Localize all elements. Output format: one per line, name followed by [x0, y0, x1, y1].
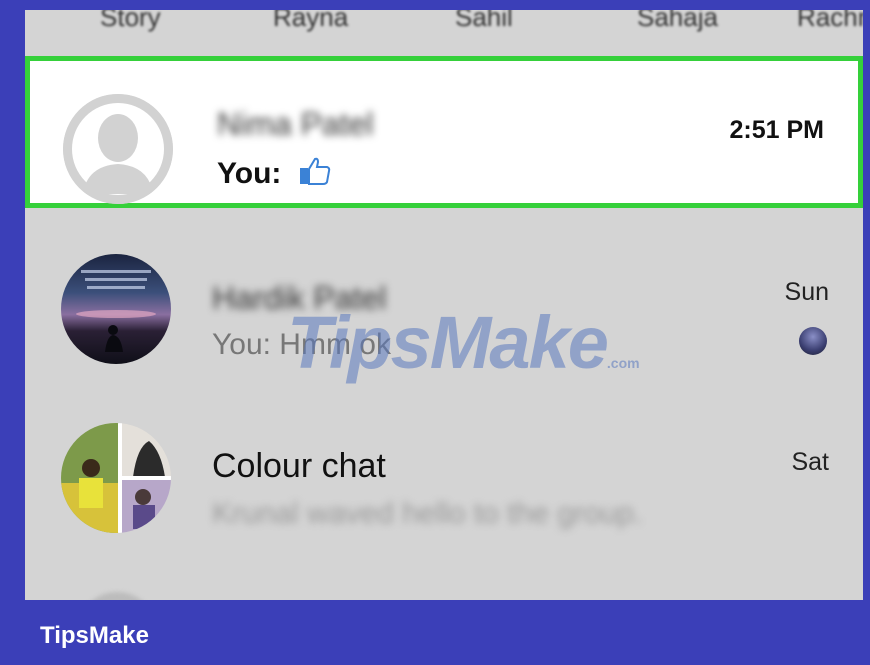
watermark-suffix: .com [606, 355, 640, 371]
story-item-label[interactable]: Story [100, 10, 161, 33]
like-icon [298, 156, 332, 194]
watermark-text: TipsMake [287, 301, 609, 384]
story-item-label[interactable]: Sahaja [637, 10, 718, 33]
conversation-row[interactable]: Colour chat Krunal waved hello to the gr… [25, 375, 863, 533]
default-avatar-icon [63, 94, 173, 204]
footer-brand: TipsMake [40, 622, 149, 649]
conversation-row-partial[interactable] [25, 550, 863, 600]
story-item-label[interactable]: Rayna [273, 10, 348, 33]
stories-bar: Story Rayna Sahil Sahaja Rachna [25, 10, 863, 54]
conversation-time: 2:51 PM [729, 116, 824, 144]
conversation-name: Colour chat [212, 447, 386, 485]
conversation-preview: You: [217, 156, 332, 194]
seen-by-avatar [799, 327, 827, 355]
conversation-row-highlighted[interactable]: Nima Patel You: 2:51 PM [25, 56, 863, 208]
watermark: TipsMake.com [287, 300, 640, 385]
story-item-label[interactable]: Rachna [797, 10, 863, 33]
conversation-time: Sun [784, 278, 829, 306]
contact-avatar [77, 592, 157, 600]
chat-list-screen: Story Rayna Sahil Sahaja Rachna Nima Pat… [25, 10, 863, 600]
conversation-preview-text: You: [217, 156, 282, 190]
story-item-label[interactable]: Sahil [455, 10, 513, 33]
contact-avatar [61, 254, 171, 364]
group-avatar [61, 423, 171, 533]
conversation-preview: Krunal waved hello to the group. [212, 497, 643, 530]
conversation-name: Nima Patel [217, 106, 374, 142]
conversation-time: Sat [791, 448, 829, 476]
